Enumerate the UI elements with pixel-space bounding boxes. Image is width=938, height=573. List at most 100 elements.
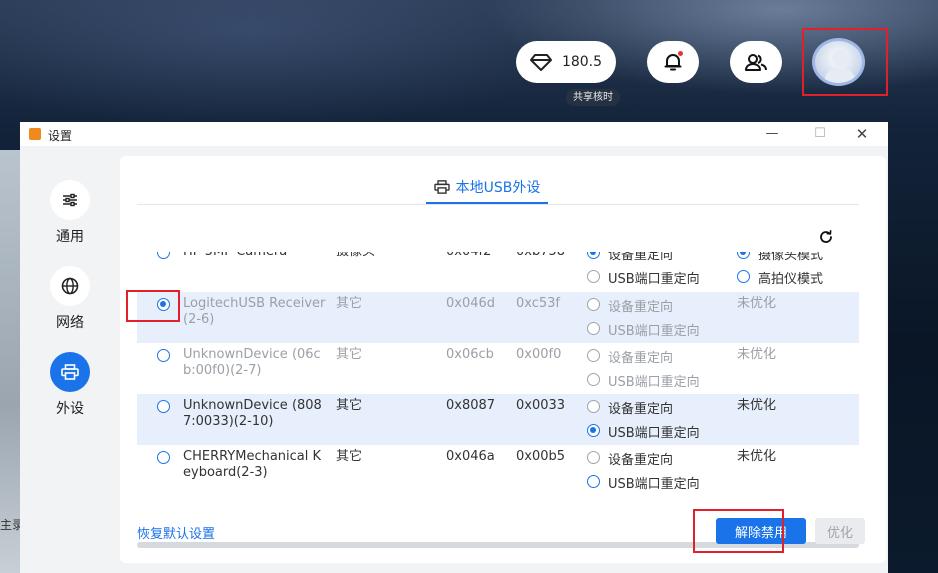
optimization-status: 未优化 — [737, 449, 777, 464]
device-pid: 0x0033 — [516, 398, 566, 413]
device-redirect-label: 设备重定向 — [608, 453, 674, 468]
usb-redirect-label: USB端口重定向 — [608, 477, 700, 492]
tab-divider — [137, 204, 859, 205]
app-logo-icon — [29, 128, 41, 140]
close-button[interactable]: ✕ — [852, 125, 872, 143]
optimization-status: 未优化 — [737, 398, 777, 413]
restore-defaults-link[interactable]: 恢复默认设置 — [137, 523, 215, 542]
device-name-line2: eyboard(2-3) — [183, 465, 268, 480]
device-type: 摄像头 — [336, 252, 375, 260]
device-redirect-radio[interactable] — [587, 298, 600, 311]
usb-redirect-radio[interactable] — [587, 475, 600, 488]
device-vid: 0x046d — [446, 296, 496, 311]
device-redirect-radio[interactable] — [587, 400, 600, 413]
table-row[interactable]: LogitechUSB Receiver (2-6) 其它 0x046d 0xc… — [137, 292, 859, 343]
device-name-line2: 7:0033)(2-10) — [183, 414, 274, 429]
device-pid: 0xc53f — [516, 296, 561, 311]
scanner-mode-radio[interactable] — [737, 270, 750, 283]
device-type: 其它 — [336, 347, 363, 362]
device-name-line1: CHERRYMechanical K — [183, 449, 322, 464]
nav-network-label: 网络 — [56, 315, 84, 331]
device-redirect-label: 设备重定向 — [608, 402, 674, 417]
device-name-line1: UnknownDevice (808 — [183, 398, 322, 413]
nav-general-circle — [50, 180, 90, 220]
nav-peripherals-label: 外设 — [56, 401, 84, 417]
row-select-radio[interactable] — [157, 451, 170, 464]
device-type: 其它 — [336, 449, 363, 464]
device-name-line1: UnknownDevice (06c — [183, 347, 321, 362]
balance-pill[interactable]: 180.5 — [516, 41, 616, 83]
refresh-icon[interactable] — [818, 229, 834, 245]
globe-icon — [61, 277, 79, 295]
scanner-mode-label: 高拍仪模式 — [758, 272, 824, 287]
optimization-status: 未优化 — [737, 347, 777, 362]
optimization-status: 未优化 — [737, 296, 777, 311]
usb-redirect-label: USB端口重定向 — [608, 324, 700, 339]
peripherals-panel: 本地USB外设 HP 5MP Camera 摄像头 0x04f2 0xb758 … — [120, 156, 886, 563]
optimize-button[interactable]: 优化 — [815, 518, 865, 544]
device-redirect-label: 设备重定向 — [608, 351, 674, 366]
device-redirect-radio[interactable] — [587, 349, 600, 362]
device-name: HP 5MP Camera — [183, 252, 287, 260]
balance-value: 180.5 — [561, 54, 603, 70]
table-row[interactable]: HP 5MP Camera 摄像头 0x04f2 0xb758 设备重定向 US… — [137, 252, 859, 292]
device-vid: 0x06cb — [446, 347, 494, 362]
users-icon — [745, 54, 767, 71]
notification-button[interactable] — [647, 41, 699, 83]
device-table: HP 5MP Camera 摄像头 0x04f2 0xb758 设备重定向 US… — [137, 252, 859, 499]
row-select-radio[interactable] — [157, 252, 170, 259]
sliders-icon — [63, 193, 77, 207]
usb-redirect-label: USB端口重定向 — [608, 375, 700, 390]
device-pid: 0x00f0 — [516, 347, 562, 362]
maximize-button[interactable]: ☐ — [810, 125, 830, 143]
nav-item-network[interactable]: 网络 — [47, 266, 93, 332]
printer-icon — [433, 180, 450, 194]
device-type: 其它 — [336, 398, 363, 413]
usb-redirect-label: USB端口重定向 — [608, 426, 700, 441]
printer-icon — [61, 364, 79, 380]
device-redirect-radio[interactable] — [587, 451, 600, 464]
usb-redirect-radio[interactable] — [587, 373, 600, 386]
table-row[interactable]: CHERRYMechanical K eyboard(2-3) 其它 0x046… — [137, 445, 859, 496]
camera-mode-label: 摄像头模式 — [758, 252, 824, 263]
notification-dot — [678, 51, 683, 56]
usb-redirect-radio[interactable] — [587, 424, 600, 437]
nav-item-peripherals[interactable]: 外设 — [47, 352, 93, 418]
minimize-button[interactable]: — — [762, 125, 782, 143]
usb-redirect-radio[interactable] — [587, 270, 600, 283]
diamond-icon — [529, 54, 552, 71]
device-name-line2: (2-6) — [183, 312, 215, 327]
device-vid: 0x046a — [446, 449, 495, 464]
row-select-radio[interactable] — [157, 349, 170, 362]
device-name-line2: b:00f0)(2-7) — [183, 363, 262, 378]
device-name-line1: LogitechUSB Receiver — [183, 296, 326, 311]
usb-redirect-radio[interactable] — [587, 322, 600, 335]
tab-local-usb-label: 本地USB外设 — [455, 180, 541, 196]
table-row[interactable]: UnknownDevice (06c b:00f0)(2-7) 其它 0x06c… — [137, 343, 859, 394]
contacts-button[interactable] — [730, 41, 782, 83]
share-hours-label: 共享核时 — [566, 89, 620, 106]
tab-local-usb[interactable]: 本地USB外设 — [426, 172, 548, 204]
nav-peripherals-circle — [50, 352, 90, 392]
selected-radio-annotation-box — [126, 290, 180, 322]
device-redirect-label: 设备重定向 — [608, 300, 674, 315]
release-button-annotation-box — [693, 509, 784, 553]
device-type: 其它 — [336, 296, 363, 311]
camera-mode-radio[interactable] — [737, 252, 750, 259]
device-pid: 0x00b5 — [516, 449, 566, 464]
device-pid: 0xb758 — [516, 252, 565, 260]
window-titlebar: 设置 — ☐ ✕ — [20, 122, 888, 146]
nav-general-label: 通用 — [56, 229, 84, 245]
nav-network-circle — [50, 266, 90, 306]
table-row[interactable]: UnknownDevice (808 7:0033)(2-10) 其它 0x80… — [137, 394, 859, 445]
device-vid: 0x04f2 — [446, 252, 491, 260]
device-redirect-label: 设备重定向 — [608, 252, 674, 263]
usb-redirect-label: USB端口重定向 — [608, 272, 700, 287]
settings-window: 设置 — ☐ ✕ 通用 网络 外设 本地USB外设 设备重定向 USB端口重定向… — [20, 122, 888, 573]
row-select-radio[interactable] — [157, 400, 170, 413]
window-title: 设置 — [48, 129, 73, 143]
avatar-annotation-box — [802, 28, 888, 96]
device-redirect-radio[interactable] — [587, 252, 600, 259]
nav-item-general[interactable]: 通用 — [47, 180, 93, 246]
device-vid: 0x8087 — [446, 398, 496, 413]
